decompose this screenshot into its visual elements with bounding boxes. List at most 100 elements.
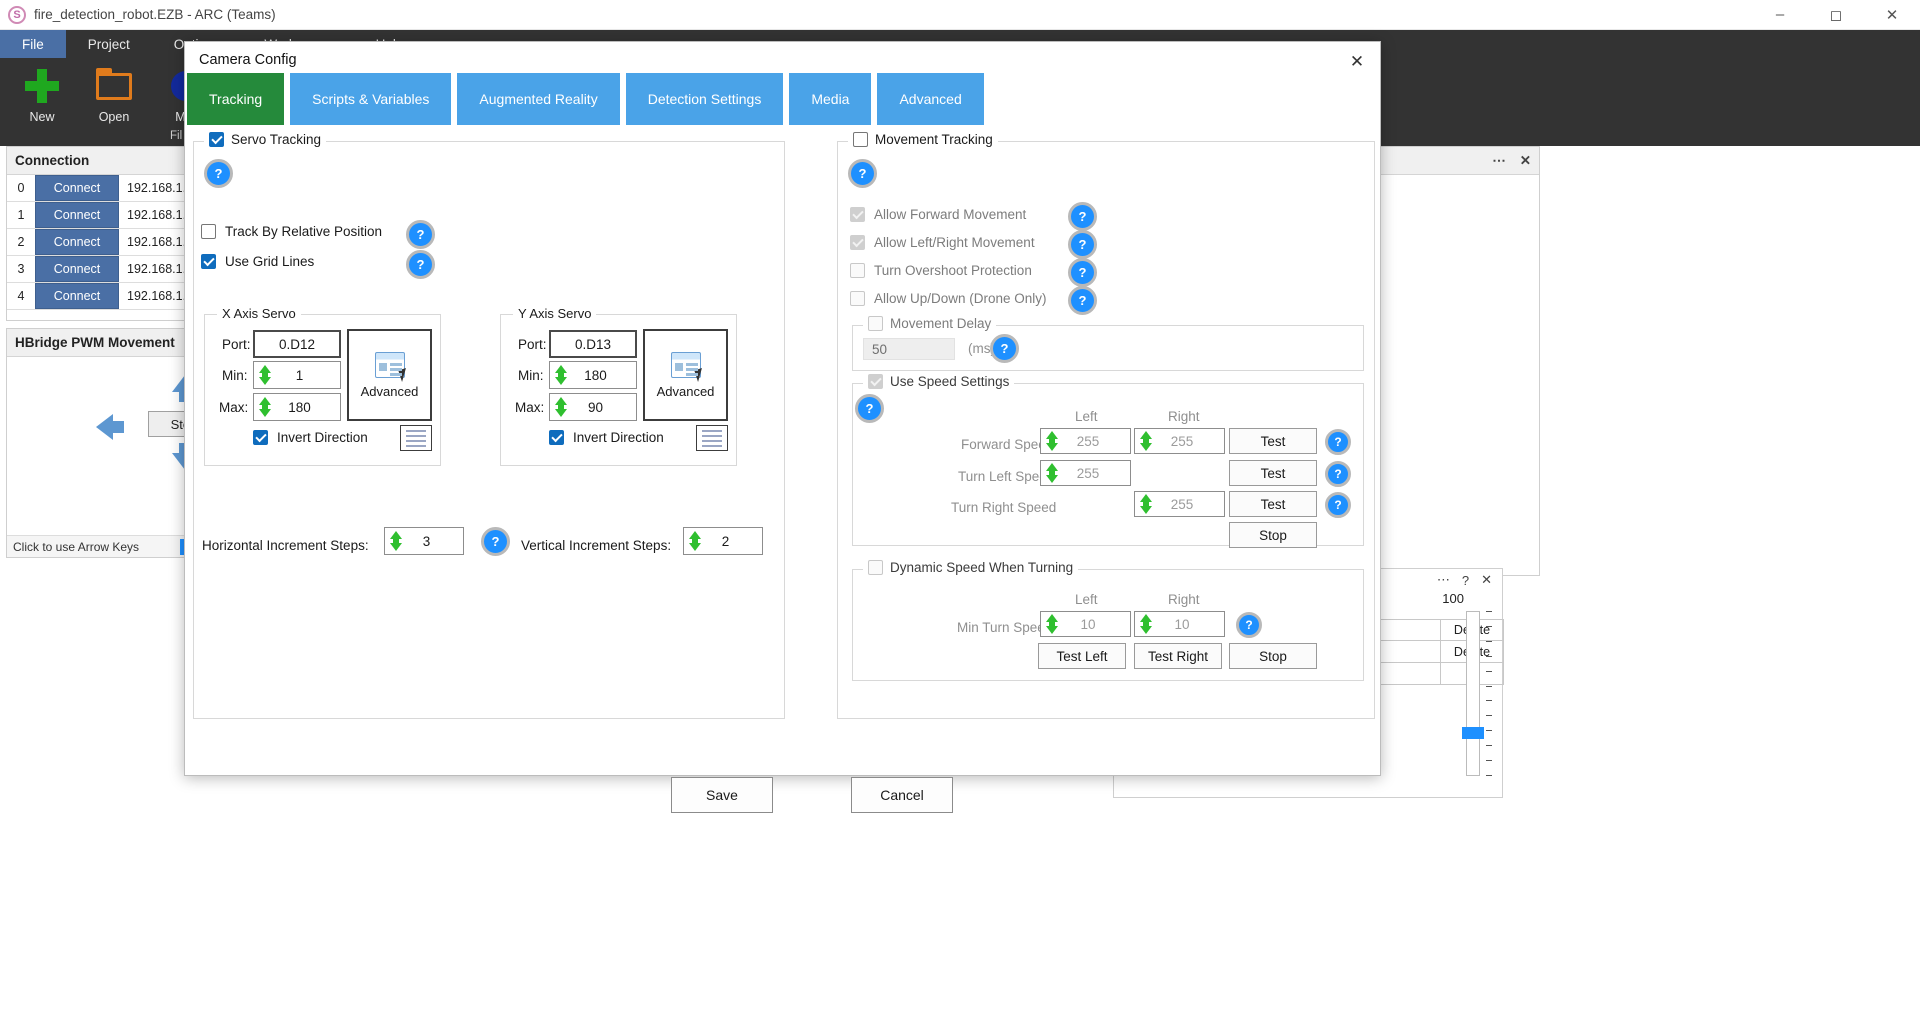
connect-button[interactable]: Connect (35, 202, 119, 228)
turn-right-speed-test-button[interactable]: Test (1229, 491, 1317, 517)
question-icon[interactable]: ? (1068, 258, 1097, 287)
speed-stop-button[interactable]: Stop (1229, 522, 1317, 548)
stepper-arrows-icon[interactable] (388, 531, 404, 551)
stepper-arrows-icon[interactable] (1138, 614, 1154, 634)
forward-speed-right-stepper[interactable]: 255 (1134, 428, 1225, 454)
horizontal-increment-steps-stepper[interactable]: 3 (384, 527, 464, 555)
stepper-arrows-icon[interactable] (1138, 494, 1154, 514)
turn-overshoot-protection-row[interactable]: Turn Overshoot Protection (850, 263, 1032, 278)
tab-detection-settings[interactable]: Detection Settings (625, 73, 784, 125)
stepper-arrows-icon[interactable] (553, 397, 569, 417)
question-icon[interactable]: ? (1068, 202, 1097, 231)
tab-augmented-reality[interactable]: Augmented Reality (457, 73, 620, 125)
movement-tracking-checkbox[interactable] (853, 132, 868, 147)
dynamic-stop-button[interactable]: Stop (1229, 643, 1317, 669)
dynamic-speed-checkbox[interactable] (868, 560, 883, 575)
ellipsis-icon[interactable]: ⋯ (1492, 153, 1506, 169)
y-advanced-button[interactable]: Advanced (643, 329, 728, 421)
stepper-arrows-icon[interactable] (687, 531, 703, 551)
stepper-arrows-icon[interactable] (1044, 431, 1060, 451)
connect-button[interactable]: Connect (35, 283, 119, 309)
min-turn-speed-left-stepper[interactable]: 10 (1040, 611, 1131, 637)
allow-forward-movement-row[interactable]: Allow Forward Movement (850, 207, 1026, 222)
minimize-icon[interactable]: – (1752, 0, 1808, 30)
question-icon[interactable]: ? (848, 159, 877, 188)
forward-speed-test-button[interactable]: Test (1229, 428, 1317, 454)
maximize-icon[interactable]: ◻ (1808, 0, 1864, 30)
list-icon[interactable] (400, 425, 432, 451)
y-invert-direction-row[interactable]: Invert Direction (549, 430, 664, 445)
question-icon[interactable]: ? (1068, 286, 1097, 315)
test-left-button[interactable]: Test Left (1038, 643, 1126, 669)
min-turn-speed-right-stepper[interactable]: 10 (1134, 611, 1225, 637)
allow-left-right-movement-row[interactable]: Allow Left/Right Movement (850, 235, 1035, 250)
save-button[interactable]: Save (671, 777, 773, 813)
track-relative-position-row[interactable]: Track By Relative Position (201, 224, 382, 239)
menu-item-project[interactable]: Project (66, 30, 152, 58)
y-port-input[interactable]: 0.D13 (549, 330, 637, 358)
allow-up-down-row[interactable]: Allow Up/Down (Drone Only) (850, 291, 1047, 306)
cancel-button[interactable]: Cancel (851, 777, 953, 813)
y-max-stepper[interactable]: 90 (549, 393, 637, 421)
x-port-input[interactable]: 0.D12 (253, 330, 341, 358)
x-advanced-button[interactable]: Advanced (347, 329, 432, 421)
ribbon-button-new[interactable]: New (6, 58, 78, 132)
question-icon[interactable]: ? (406, 220, 435, 249)
x-invert-direction-checkbox[interactable] (253, 430, 268, 445)
turn-left-speed-test-button[interactable]: Test (1229, 460, 1317, 486)
arrow-left-stem[interactable] (112, 421, 124, 433)
question-icon[interactable]: ? (1325, 429, 1351, 455)
turn-right-speed-stepper[interactable]: 255 (1134, 491, 1225, 517)
question-icon[interactable]: ? (1068, 230, 1097, 259)
arrow-left-icon[interactable] (96, 414, 113, 440)
movement-delay-input[interactable]: 50 (863, 338, 955, 360)
movement-delay-checkbox[interactable] (868, 316, 883, 331)
use-grid-lines-checkbox[interactable] (201, 254, 216, 269)
vertical-slider-track[interactable] (1466, 611, 1480, 776)
vertical-increment-steps-stepper[interactable]: 2 (683, 527, 763, 555)
question-icon[interactable]: ? (204, 159, 233, 188)
question-icon[interactable]: ? (1462, 573, 1469, 588)
stepper-arrows-icon[interactable] (257, 397, 273, 417)
connect-button[interactable]: Connect (35, 229, 119, 255)
question-icon[interactable]: ? (990, 334, 1019, 363)
menu-item-file[interactable]: File (0, 30, 66, 58)
tab-advanced[interactable]: Advanced (877, 73, 984, 125)
y-min-stepper[interactable]: 180 (549, 361, 637, 389)
ribbon-button-open[interactable]: Open (78, 58, 150, 132)
x-invert-direction-row[interactable]: Invert Direction (253, 430, 368, 445)
stepper-arrows-icon[interactable] (1044, 614, 1060, 634)
close-icon[interactable]: ✕ (1864, 0, 1920, 30)
allow-up-down-checkbox[interactable] (850, 291, 865, 306)
question-icon[interactable]: ? (1236, 612, 1262, 638)
question-icon[interactable]: ? (406, 250, 435, 279)
tab-scripts-variables[interactable]: Scripts & Variables (290, 73, 452, 125)
use-grid-lines-row[interactable]: Use Grid Lines (201, 254, 314, 269)
ellipsis-icon[interactable]: ⋯ (1437, 572, 1450, 588)
connect-button[interactable]: Connect (35, 175, 119, 201)
use-speed-settings-checkbox[interactable] (868, 374, 883, 389)
close-icon[interactable]: ✕ (1520, 153, 1531, 169)
y-invert-direction-checkbox[interactable] (549, 430, 564, 445)
turn-overshoot-protection-checkbox[interactable] (850, 263, 865, 278)
track-relative-position-checkbox[interactable] (201, 224, 216, 239)
question-icon[interactable]: ? (481, 527, 510, 556)
list-icon[interactable] (696, 425, 728, 451)
allow-forward-movement-checkbox[interactable] (850, 207, 865, 222)
question-icon[interactable]: ? (1325, 492, 1351, 518)
x-min-stepper[interactable]: 1 (253, 361, 341, 389)
tab-tracking[interactable]: Tracking (187, 73, 285, 125)
servo-tracking-checkbox[interactable] (209, 132, 224, 147)
forward-speed-left-stepper[interactable]: 255 (1040, 428, 1131, 454)
close-icon[interactable]: ✕ (1340, 48, 1374, 76)
close-icon[interactable]: ✕ (1481, 572, 1492, 588)
stepper-arrows-icon[interactable] (1044, 463, 1060, 483)
x-max-stepper[interactable]: 180 (253, 393, 341, 421)
allow-left-right-movement-checkbox[interactable] (850, 235, 865, 250)
tab-media[interactable]: Media (789, 73, 872, 125)
vertical-slider-thumb[interactable] (1462, 727, 1484, 739)
test-right-button[interactable]: Test Right (1134, 643, 1222, 669)
stepper-arrows-icon[interactable] (257, 365, 273, 385)
question-icon[interactable]: ? (1325, 461, 1351, 487)
stepper-arrows-icon[interactable] (1138, 431, 1154, 451)
